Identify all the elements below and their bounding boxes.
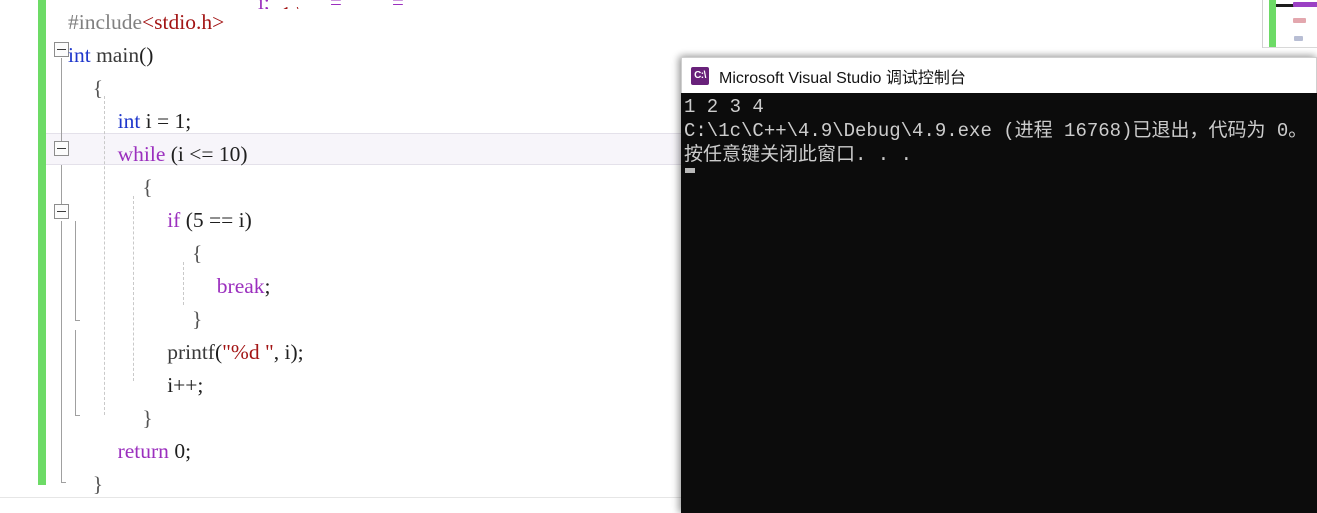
- code-line[interactable]: #include<stdio.h>: [0, 6, 682, 39]
- code-line-text: int i = 1;: [118, 105, 192, 138]
- code-token: main: [96, 43, 140, 67]
- visual-studio-console-icon: C:\: [691, 66, 709, 85]
- code-token: ;: [185, 109, 192, 133]
- code-token: 0: [174, 439, 186, 463]
- console-output-line: 1 2 3 4: [684, 96, 764, 118]
- secondary-change-bar: [1269, 0, 1276, 48]
- code-token: == i): [203, 208, 252, 232]
- code-text-layer[interactable]: #include<stdio.h> int main(){int i = 1; wh…: [0, 0, 682, 497]
- code-token: }: [142, 406, 153, 430]
- secondary-text-blur-1: [1293, 18, 1306, 23]
- code-token: 1: [174, 109, 186, 133]
- code-line[interactable]: if (5 == i): [0, 204, 682, 237]
- console-cursor: [685, 168, 695, 173]
- console-output-line: C:\1c\C++\4.9\Debug\4.9.exe (进程 16768)已退…: [684, 120, 1308, 142]
- code-token: ): [240, 142, 248, 166]
- code-line[interactable]: while (i <= 10): [0, 138, 682, 171]
- code-token: 5: [192, 208, 204, 232]
- code-line-text: return 0;: [118, 435, 191, 468]
- code-line[interactable]: printf("%d ", i);: [0, 336, 682, 369]
- console-output-area[interactable]: 1 2 3 4 C:\1c\C++\4.9\Debug\4.9.exe (进程 …: [681, 93, 1317, 513]
- code-line[interactable]: int i = 1;: [0, 105, 682, 138]
- debug-console-window[interactable]: C:\ Microsoft Visual Studio 调试控制台 1 2 3 …: [681, 57, 1317, 513]
- code-line[interactable]: int main(): [0, 39, 682, 72]
- code-token: while: [117, 142, 166, 166]
- secondary-bottom-rule: [1263, 47, 1317, 48]
- code-token: int: [68, 43, 91, 67]
- code-line-text: {: [93, 72, 103, 105]
- code-line-text: }: [142, 402, 152, 435]
- code-token: int: [117, 109, 141, 133]
- code-token: #include: [68, 10, 143, 34]
- code-line-text: i++;: [167, 369, 203, 402]
- code-line[interactable]: {: [0, 72, 682, 105]
- code-token: (): [139, 43, 154, 67]
- code-token: }: [192, 307, 203, 331]
- editor-bottom-separator: [0, 497, 682, 498]
- code-token: i =: [140, 109, 175, 133]
- code-line-text: printf("%d ", i);: [167, 336, 303, 369]
- code-token: ;: [185, 439, 192, 463]
- code-token: , i);: [273, 340, 304, 364]
- code-token: {: [92, 76, 104, 100]
- console-icon-glyph: C:\: [694, 69, 706, 81]
- secondary-editor-fragment[interactable]: [1262, 0, 1317, 48]
- code-token: break: [216, 274, 265, 298]
- code-token: }: [92, 472, 104, 496]
- code-token: if: [167, 208, 181, 232]
- code-token: ;: [264, 274, 271, 298]
- code-token: {: [192, 241, 203, 265]
- code-line[interactable]: i++;: [0, 369, 682, 402]
- code-token: <stdio.h>: [142, 10, 225, 34]
- code-line[interactable]: {: [0, 237, 682, 270]
- code-token: i++;: [167, 373, 204, 397]
- code-line-text: {: [192, 237, 202, 270]
- code-line[interactable]: }: [0, 402, 682, 435]
- code-line[interactable]: }: [0, 303, 682, 336]
- code-line[interactable]: break;: [0, 270, 682, 303]
- code-token: return: [117, 439, 169, 463]
- code-line-text: int main(): [68, 39, 153, 72]
- code-token: 10: [218, 142, 241, 166]
- code-token: (i <=: [165, 142, 219, 166]
- console-window-title: Microsoft Visual Studio 调试控制台: [719, 69, 966, 87]
- code-line-text: }: [192, 303, 202, 336]
- secondary-keyword-blur: [1293, 2, 1317, 7]
- code-line-text: #include<stdio.h>: [68, 6, 224, 39]
- code-line-text: while (i <= 10): [118, 138, 248, 171]
- console-output-line: 按任意键关闭此窗口. . .: [684, 144, 913, 166]
- secondary-text-blur-2: [1294, 36, 1303, 41]
- console-title-bar[interactable]: C:\ Microsoft Visual Studio 调试控制台: [681, 57, 1317, 93]
- code-token: (: [180, 208, 193, 232]
- code-token: "%d ": [222, 340, 274, 364]
- code-line-text: break;: [217, 270, 271, 303]
- code-line[interactable]: {: [0, 171, 682, 204]
- code-token: printf: [167, 340, 215, 364]
- code-line-text: if (5 == i): [167, 204, 252, 237]
- code-token: {: [142, 175, 153, 199]
- code-line-text: {: [142, 171, 152, 204]
- code-line[interactable]: return 0;: [0, 435, 682, 468]
